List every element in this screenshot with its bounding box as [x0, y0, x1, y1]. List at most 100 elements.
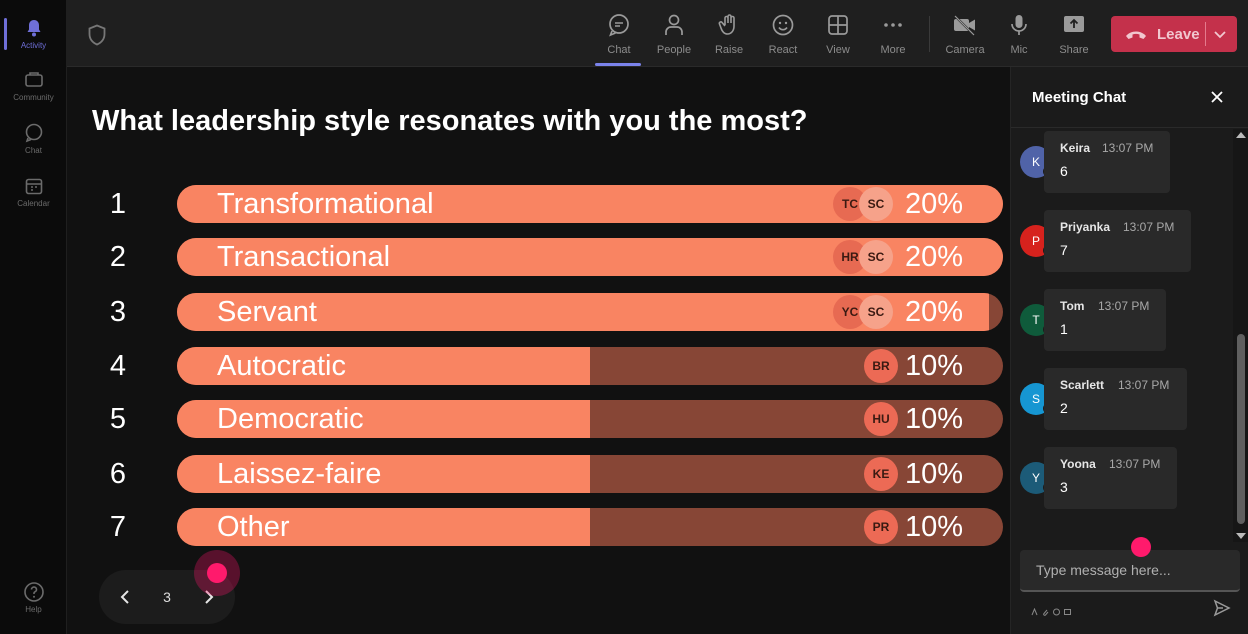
emoji-icon[interactable]	[1053, 603, 1060, 616]
leave-divider	[1205, 22, 1206, 46]
chevron-down-icon[interactable]	[1213, 27, 1227, 41]
chat-compose-box	[1020, 550, 1240, 592]
voter-avatar: SC	[859, 187, 893, 221]
rail-item-chat[interactable]: Chat	[0, 113, 67, 163]
toolbar-share-button[interactable]: Share	[1048, 8, 1100, 62]
toolbar-people-label: People	[656, 44, 692, 56]
page-number: 3	[163, 589, 171, 605]
toolbar-people-button[interactable]: People	[648, 8, 700, 62]
meeting-window: Activity Community Chat Calendar Help Ch…	[0, 0, 1248, 634]
scrollbar-thumb[interactable]	[1237, 334, 1245, 524]
cursor-indicator	[1131, 537, 1151, 557]
grid-view-icon	[825, 12, 851, 38]
chat-message-text: 2	[1060, 400, 1068, 416]
poll-option-percent: 10%	[904, 511, 963, 543]
rail-item-label: Chat	[25, 145, 42, 155]
rail-item-community[interactable]: Community	[0, 60, 67, 110]
gif-icon[interactable]	[1064, 603, 1071, 615]
poll-option-bar: Democratic HU 10%	[177, 400, 1003, 438]
community-icon	[23, 69, 45, 91]
scroll-down-arrow-icon[interactable]	[1236, 533, 1246, 539]
voter-avatar: HU	[864, 402, 898, 436]
rail-item-label: Activity	[20, 40, 47, 50]
voter-avatar: BR	[864, 349, 898, 383]
chat-message-bubble: Yoona 13:07 PM 3	[1044, 447, 1177, 509]
poll-option-bar: Servant YC SC 20%	[177, 293, 1003, 331]
toolbar-more-button[interactable]: More	[867, 8, 919, 62]
hang-up-icon	[1125, 28, 1147, 40]
chat-timestamp: 13:07 PM	[1109, 457, 1161, 471]
chevron-left-icon[interactable]	[115, 587, 135, 607]
poll-option-rank: 5	[109, 403, 127, 435]
meeting-toolbar: Chat People Raise React View More Camera…	[67, 0, 1248, 67]
raise-hand-icon	[716, 12, 742, 38]
poll-question: What leadership style resonates with you…	[92, 105, 808, 137]
chat-sender-name: Yoona	[1060, 457, 1096, 471]
share-screen-icon	[1061, 12, 1087, 38]
toolbar-mic-button[interactable]: Mic	[993, 8, 1045, 62]
poll-option-rank: 2	[109, 241, 127, 273]
calendar-icon	[23, 175, 45, 197]
close-icon[interactable]	[1209, 89, 1225, 105]
poll-option-bar: Transactional HR SC 20%	[177, 238, 1003, 276]
poll-option-label: Transformational	[217, 188, 434, 220]
toolbar-share-label: Share	[1059, 44, 1089, 56]
toolbar-raise-button[interactable]: Raise	[703, 8, 755, 62]
toolbar-mic-label: Mic	[1010, 44, 1028, 56]
toolbar-react-button[interactable]: React	[757, 8, 809, 62]
toolbar-camera-button[interactable]: Camera	[939, 8, 991, 62]
poll-option-percent: 10%	[904, 458, 963, 490]
toolbar-more-label: More	[880, 44, 906, 56]
leave-button[interactable]: Leave	[1111, 16, 1237, 52]
rail-item-label: Help	[25, 604, 42, 614]
chat-sender-name: Priyanka	[1060, 220, 1111, 234]
chat-timestamp: 13:07 PM	[1123, 220, 1175, 234]
send-icon[interactable]	[1213, 599, 1231, 617]
voter-avatar: PR	[864, 510, 898, 544]
chat-message-input[interactable]	[1020, 550, 1240, 590]
poll-option-row: 2 Transactional HR SC 20%	[67, 238, 1010, 278]
poll-option-label: Other	[217, 511, 290, 543]
format-text-icon[interactable]	[1031, 603, 1038, 616]
scroll-up-arrow-icon[interactable]	[1236, 132, 1246, 138]
poll-option-row: 1 Transformational TC SC 20%	[67, 185, 1010, 225]
poll-option-row: 6 Laissez-faire KE 10%	[67, 455, 1010, 495]
poll-option-bar: Autocratic BR 10%	[177, 347, 1003, 385]
cursor-indicator	[194, 550, 240, 596]
poll-option-percent: 20%	[904, 188, 963, 220]
poll-option-rank: 7	[109, 511, 127, 543]
chat-timestamp: 13:07 PM	[1102, 141, 1154, 155]
chat-message-bubble: Tom 13:07 PM 1	[1044, 289, 1166, 351]
poll-option-bar: Transformational TC SC 20%	[177, 185, 1003, 223]
poll-option-percent: 20%	[904, 296, 963, 328]
rail-item-activity[interactable]: Activity	[0, 8, 67, 58]
attach-icon[interactable]	[1042, 603, 1049, 616]
chat-icon	[23, 122, 45, 144]
chat-icon	[606, 12, 632, 38]
camera-off-icon	[952, 12, 978, 38]
poll-option-row: 5 Democratic HU 10%	[67, 400, 1010, 440]
poll-option-percent: 20%	[904, 241, 963, 273]
poll-option-percent: 10%	[904, 350, 963, 382]
shield-icon	[87, 24, 107, 46]
poll-option-rank: 1	[109, 188, 127, 220]
poll-option-label: Servant	[217, 296, 317, 328]
more-dots-icon	[880, 12, 906, 38]
microphone-icon	[1006, 12, 1032, 38]
rail-item-calendar[interactable]: Calendar	[0, 166, 67, 216]
toolbar-chat-button[interactable]: Chat	[593, 8, 645, 66]
chat-header-divider	[1011, 127, 1248, 128]
poll-option-rank: 4	[109, 350, 127, 382]
toolbar-raise-label: Raise	[714, 44, 744, 56]
chat-sender-name: Scarlett	[1060, 378, 1105, 392]
rail-item-help[interactable]: Help	[0, 572, 67, 622]
voter-avatar: KE	[864, 457, 898, 491]
app-rail: Activity Community Chat Calendar Help	[0, 0, 67, 634]
toolbar-view-button[interactable]: View	[812, 8, 864, 62]
chat-scrollbar[interactable]	[1233, 129, 1248, 542]
toolbar-separator	[929, 16, 930, 52]
rail-item-label: Community	[13, 92, 54, 102]
poll-option-row: 7 Other PR 10%	[67, 508, 1010, 548]
people-icon	[661, 12, 687, 38]
poll-option-bar: Other PR 10%	[177, 508, 1003, 546]
